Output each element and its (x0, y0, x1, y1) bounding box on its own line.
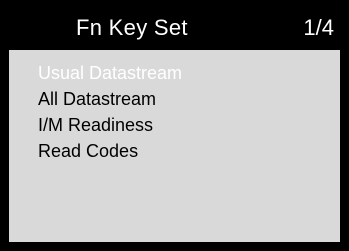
menu-item-im-readiness[interactable]: I/M Readiness (9, 112, 340, 138)
page-indicator: 1/4 (303, 15, 334, 40)
screen-title: Fn Key Set (76, 15, 188, 40)
scanner-screen: Fn Key Set 1/4 Usual Datastream All Data… (0, 0, 349, 251)
menu-item-all-datastream[interactable]: All Datastream (9, 86, 340, 112)
menu-item-read-codes[interactable]: Read Codes (9, 138, 340, 164)
menu-item-usual-datastream[interactable]: Usual Datastream (9, 60, 340, 86)
title-bar: Fn Key Set 1/4 (9, 9, 340, 50)
menu-list: Usual Datastream All Datastream I/M Read… (9, 60, 340, 164)
